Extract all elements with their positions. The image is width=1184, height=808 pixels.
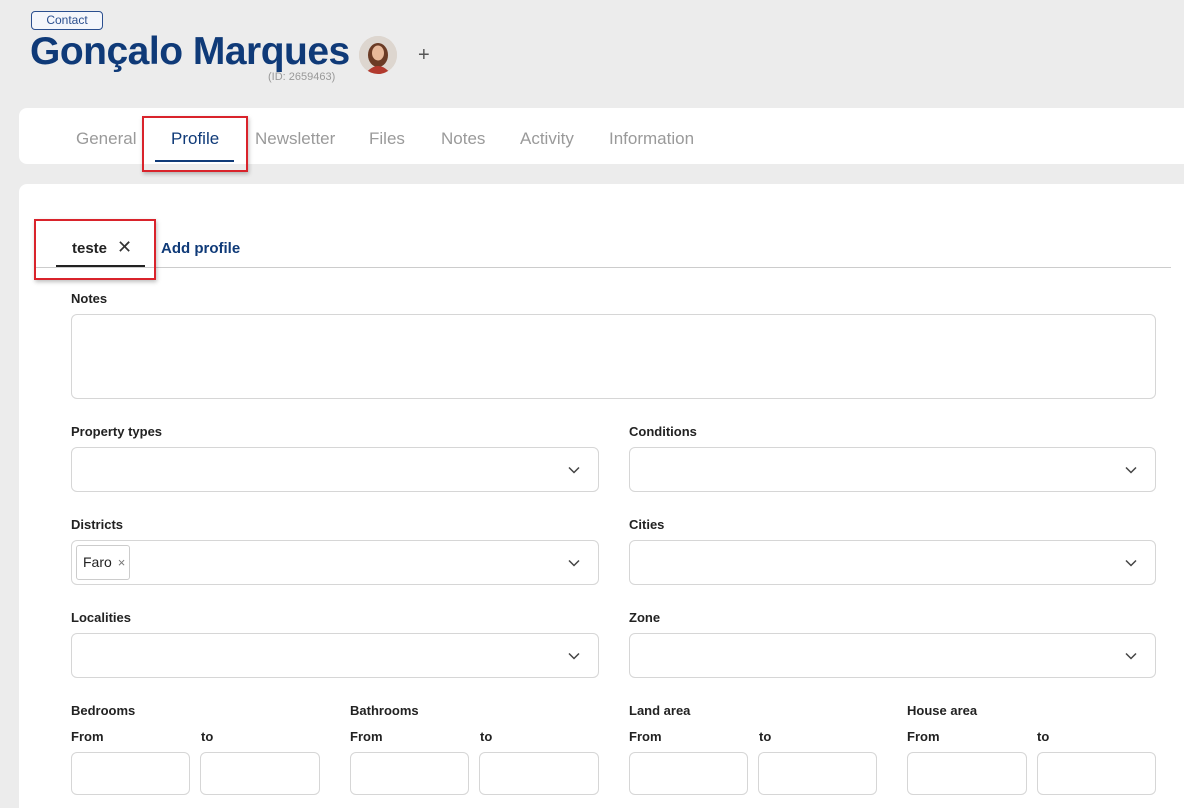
bathrooms-to-label: to: [480, 729, 493, 744]
avatar-image: [359, 36, 397, 74]
zone-label: Zone: [629, 610, 661, 625]
chevron-down-icon: [568, 652, 580, 660]
cities-label: Cities: [629, 517, 665, 532]
land-area-from-label: From: [629, 729, 662, 744]
house-area-from-input[interactable]: [907, 752, 1027, 795]
add-icon[interactable]: +: [418, 44, 430, 67]
chevron-down-icon: [1125, 559, 1137, 567]
districts-select[interactable]: Faro ×: [71, 540, 599, 585]
tab-activity[interactable]: Activity: [520, 129, 574, 149]
tab-information[interactable]: Information: [609, 129, 694, 149]
property-types-label: Property types: [71, 424, 163, 439]
bathrooms-to-input[interactable]: [479, 752, 599, 795]
house-area-label: House area: [907, 703, 978, 718]
districts-label: Districts: [71, 517, 124, 532]
chevron-down-icon: [1125, 466, 1137, 474]
notes-textarea[interactable]: [71, 314, 1156, 399]
contact-name: Gonçalo Marques: [30, 30, 350, 73]
house-area-to-input[interactable]: [1037, 752, 1156, 795]
property-types-select[interactable]: [71, 447, 599, 492]
tab-general[interactable]: General: [76, 129, 136, 149]
district-chip-label: Faro: [83, 554, 112, 570]
notes-label: Notes: [71, 291, 108, 306]
tab-notes[interactable]: Notes: [441, 129, 485, 149]
add-profile-link[interactable]: Add profile: [161, 240, 240, 257]
district-chip: Faro ×: [76, 545, 131, 580]
localities-select[interactable]: [71, 633, 599, 678]
conditions-select[interactable]: [629, 447, 1156, 492]
bedrooms-to-label: to: [201, 729, 214, 744]
bedrooms-label: Bedrooms: [71, 703, 136, 718]
land-area-from-input[interactable]: [629, 752, 748, 795]
bathrooms-from-input[interactable]: [350, 752, 469, 795]
land-area-to-input[interactable]: [758, 752, 877, 795]
bedrooms-from-label: From: [71, 729, 104, 744]
chevron-down-icon: [568, 466, 580, 474]
house-area-from-label: From: [907, 729, 940, 744]
zone-select[interactable]: [629, 633, 1156, 678]
avatar[interactable]: [359, 36, 397, 74]
remove-chip-icon[interactable]: ×: [118, 546, 126, 579]
cities-select[interactable]: [629, 540, 1156, 585]
contact-id: (ID: 2659463): [268, 71, 336, 83]
bathrooms-label: Bathrooms: [350, 703, 419, 718]
profile-tab-highlight: [142, 116, 248, 172]
bedrooms-to-input[interactable]: [200, 752, 320, 795]
house-area-to-label: to: [1037, 729, 1050, 744]
chevron-down-icon: [568, 559, 580, 567]
bedrooms-from-input[interactable]: [71, 752, 190, 795]
conditions-label: Conditions: [629, 424, 697, 439]
localities-label: Localities: [71, 610, 131, 625]
land-area-to-label: to: [759, 729, 772, 744]
profile-subtab-highlight: [34, 219, 156, 280]
contact-badge: Contact: [31, 11, 103, 30]
profile-tabs-divider: [35, 267, 1171, 268]
tab-newsletter[interactable]: Newsletter: [255, 129, 335, 149]
land-area-label: Land area: [629, 703, 691, 718]
chevron-down-icon: [1125, 652, 1137, 660]
profile-panel: [19, 184, 1184, 808]
tab-files[interactable]: Files: [369, 129, 405, 149]
bathrooms-from-label: From: [350, 729, 383, 744]
